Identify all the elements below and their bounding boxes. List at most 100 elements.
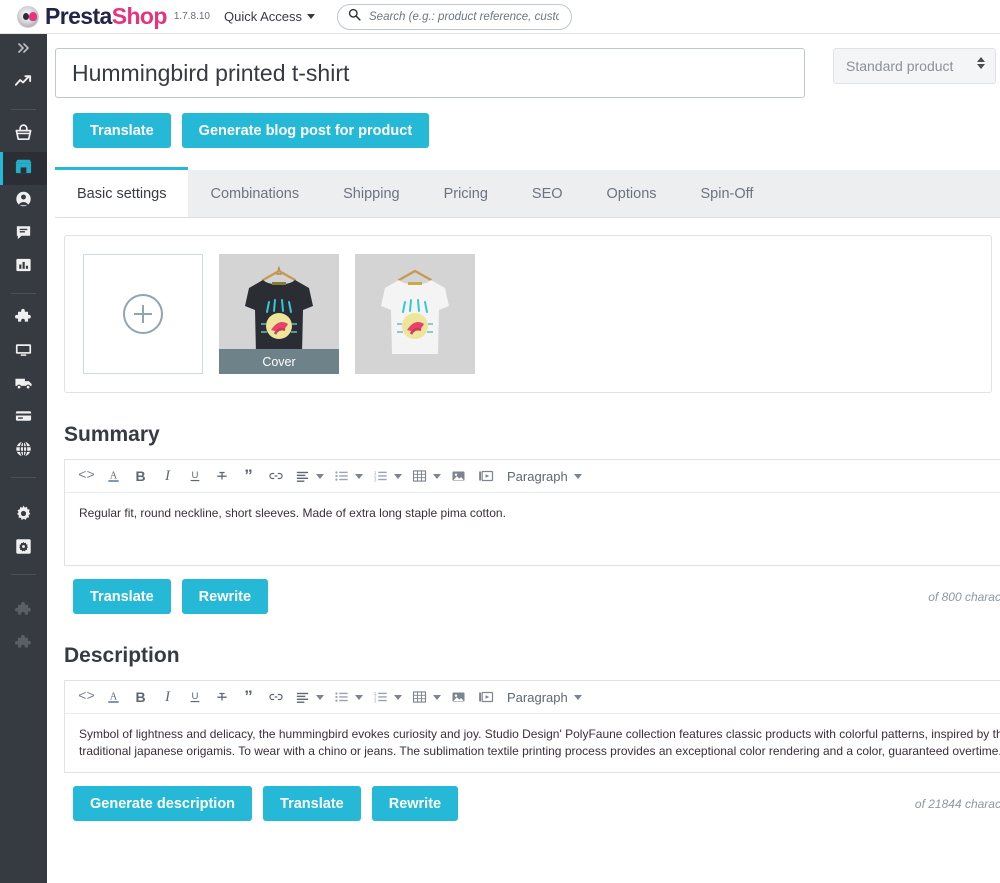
- numbered-list-icon[interactable]: 123: [367, 463, 394, 490]
- description-rewrite-button[interactable]: Rewrite: [371, 786, 459, 821]
- video-icon[interactable]: [472, 463, 499, 490]
- gear-box-icon: [14, 537, 33, 561]
- brand-shop-text: Shop: [111, 3, 168, 29]
- strikethrough-icon[interactable]: [208, 684, 235, 711]
- strikethrough-icon[interactable]: [208, 463, 235, 490]
- underline-icon[interactable]: U: [181, 463, 208, 490]
- chat-bubble-icon: [14, 223, 33, 246]
- table-dropdown-caret-icon[interactable]: [433, 473, 441, 479]
- tab-seo[interactable]: SEO: [510, 170, 585, 217]
- summary-heading: Summary: [64, 423, 160, 446]
- sidebar-item-shop-parameters[interactable]: [0, 499, 47, 532]
- product-image-white-tshirt[interactable]: [355, 254, 475, 374]
- sidebar-item-design[interactable]: [0, 336, 47, 369]
- sidebar-item-orders[interactable]: [0, 119, 47, 152]
- sidebar-divider-1: [11, 109, 36, 110]
- tab-pricing[interactable]: Pricing: [422, 170, 510, 217]
- tab-combinations[interactable]: Combinations: [188, 170, 321, 217]
- table-icon[interactable]: [406, 463, 433, 490]
- align-icon[interactable]: [289, 463, 316, 490]
- summary-translate-button[interactable]: Translate: [73, 579, 171, 614]
- align-dropdown-caret-icon[interactable]: [316, 473, 324, 479]
- video-icon[interactable]: [472, 684, 499, 711]
- align-dropdown-caret-icon[interactable]: [316, 694, 324, 700]
- image-icon[interactable]: [445, 463, 472, 490]
- svg-text:A: A: [110, 470, 118, 481]
- bold-icon[interactable]: B: [127, 684, 154, 711]
- bullet-list-icon[interactable]: [328, 463, 355, 490]
- sidebar-item-dashboard[interactable]: [0, 67, 47, 100]
- bullet-list-dropdown-caret-icon[interactable]: [355, 473, 363, 479]
- blockquote-icon[interactable]: ”: [235, 684, 262, 711]
- product-type-value: Standard product: [846, 58, 954, 74]
- search-input[interactable]: [367, 9, 562, 24]
- chevron-down-icon: [307, 14, 316, 19]
- bar-chart-icon: [14, 256, 33, 279]
- paragraph-format-dropdown[interactable]: Paragraph: [507, 690, 582, 705]
- left-sidebar: [0, 34, 47, 883]
- quick-access-menu[interactable]: Quick Access: [223, 9, 316, 24]
- summary-editor: <> A B I U ” 123 Paragraph Regular fit, …: [64, 459, 1000, 566]
- trending-up-icon: [14, 73, 33, 94]
- link-icon[interactable]: [262, 684, 289, 711]
- tab-shipping[interactable]: Shipping: [321, 170, 421, 217]
- source-code-icon[interactable]: <>: [73, 463, 100, 490]
- text-color-icon[interactable]: A: [100, 463, 127, 490]
- sidebar-item-customer-service[interactable]: [0, 218, 47, 251]
- sidebar-item-customers[interactable]: [0, 185, 47, 218]
- table-icon[interactable]: [406, 684, 433, 711]
- sidebar-item-payment[interactable]: [0, 402, 47, 435]
- description-translate-button[interactable]: Translate: [263, 786, 361, 821]
- bold-icon[interactable]: B: [127, 463, 154, 490]
- sidebar-item-stats[interactable]: [0, 251, 47, 284]
- tab-spin-off[interactable]: Spin-Off: [679, 170, 776, 217]
- numbered-list-icon[interactable]: 123: [367, 684, 394, 711]
- source-code-icon[interactable]: <>: [73, 684, 100, 711]
- align-icon[interactable]: [289, 684, 316, 711]
- bullet-list-dropdown-caret-icon[interactable]: [355, 694, 363, 700]
- link-icon[interactable]: [262, 463, 289, 490]
- generate-description-button[interactable]: Generate description: [73, 786, 253, 821]
- translate-title-button[interactable]: Translate: [73, 113, 171, 148]
- bullet-list-icon[interactable]: [328, 684, 355, 711]
- underline-icon[interactable]: U: [181, 684, 208, 711]
- global-search[interactable]: [337, 3, 573, 30]
- tab-label: Options: [606, 185, 657, 202]
- summary-text-area[interactable]: Regular fit, round neckline, short sleev…: [65, 493, 1000, 565]
- summary-rewrite-button[interactable]: Rewrite: [181, 579, 269, 614]
- table-dropdown-caret-icon[interactable]: [433, 694, 441, 700]
- store-icon: [14, 157, 33, 180]
- product-type-select-display[interactable]: Standard product: [833, 48, 996, 84]
- description-text-area[interactable]: Symbol of lightness and delicacy, the hu…: [65, 714, 1000, 772]
- sidebar-item-expand-menu[interactable]: [0, 34, 47, 67]
- sidebar-item-module-extra-1[interactable]: [0, 596, 47, 629]
- sidebar-item-international[interactable]: [0, 435, 47, 468]
- text-color-icon[interactable]: A: [100, 684, 127, 711]
- product-image-black-tshirt[interactable]: Cover: [219, 254, 339, 374]
- sidebar-item-shipping[interactable]: [0, 369, 47, 402]
- prestashop-logo[interactable]: PrestaShop: [17, 5, 167, 28]
- numbered-list-dropdown-caret-icon[interactable]: [394, 473, 402, 479]
- image-icon[interactable]: [445, 684, 472, 711]
- sidebar-item-modules[interactable]: [0, 303, 47, 336]
- add-image-button[interactable]: [83, 254, 203, 374]
- tab-options[interactable]: Options: [585, 170, 679, 217]
- sidebar-item-catalog[interactable]: [0, 152, 47, 185]
- description-actions-row: Generate description Translate Rewrite o…: [73, 786, 1000, 821]
- italic-icon[interactable]: I: [154, 684, 181, 711]
- summary-actions-row: Translate Rewrite of 800 characters allo…: [73, 579, 1000, 614]
- numbered-list-dropdown-caret-icon[interactable]: [394, 694, 402, 700]
- tab-label: Shipping: [343, 185, 400, 202]
- blockquote-icon[interactable]: ”: [235, 463, 262, 490]
- sidebar-item-module-extra-2[interactable]: [0, 629, 47, 662]
- quick-access-label: Quick Access: [223, 9, 303, 24]
- paragraph-format-dropdown[interactable]: Paragraph: [507, 469, 582, 484]
- tab-basic-settings[interactable]: Basic settings: [55, 167, 189, 217]
- tab-label: Spin-Off: [700, 185, 754, 202]
- italic-icon[interactable]: I: [154, 463, 181, 490]
- product-name-input[interactable]: [55, 48, 805, 98]
- generate-blog-post-button[interactable]: Generate blog post for product: [181, 113, 430, 148]
- sidebar-item-advanced-parameters[interactable]: [0, 532, 47, 565]
- product-type-select[interactable]: Standard product: [833, 48, 996, 84]
